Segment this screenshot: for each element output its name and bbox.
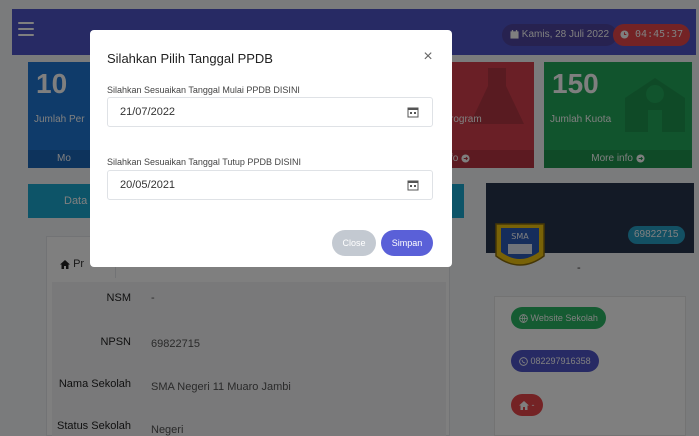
start-date-input[interactable]: 21/07/2022 xyxy=(107,97,433,127)
end-date-input[interactable]: 20/05/2021 xyxy=(107,170,433,200)
close-button[interactable]: Close xyxy=(332,230,376,256)
close-icon[interactable]: × xyxy=(421,48,435,66)
simpan-button[interactable]: Simpan xyxy=(381,230,433,256)
calendar-picker-icon[interactable] xyxy=(407,106,419,118)
end-date-label: Silahkan Sesuaikan Tanggal Tutup PPDB DI… xyxy=(107,157,301,167)
modal-title: Silahkan Pilih Tanggal PPDB xyxy=(107,51,273,66)
end-date-value: 20/05/2021 xyxy=(120,179,176,191)
start-date-value: 21/07/2022 xyxy=(120,106,176,118)
ppdb-date-modal: Silahkan Pilih Tanggal PPDB × Silahkan S… xyxy=(90,30,452,267)
start-date-label: Silahkan Sesuaikan Tanggal Mulai PPDB DI… xyxy=(107,85,300,95)
calendar-picker-icon[interactable] xyxy=(407,179,419,191)
